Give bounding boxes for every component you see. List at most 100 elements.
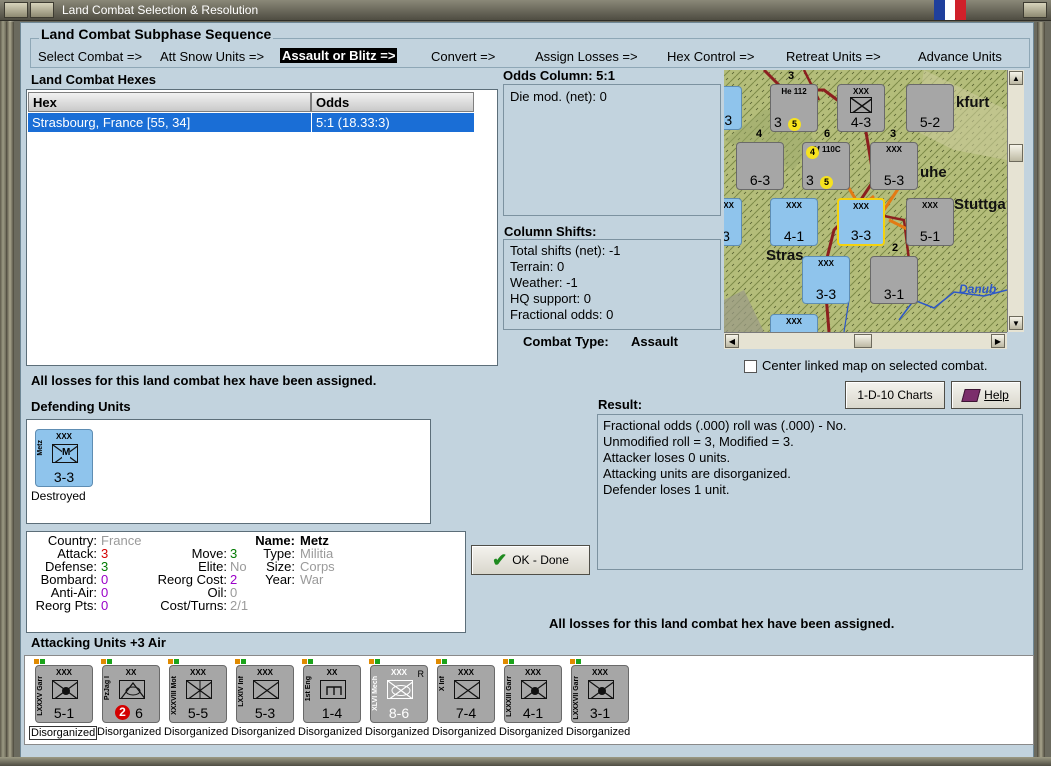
seq-select-combat: Select Combat => [38,49,143,64]
garrison-symbol-icon [52,680,78,699]
unit-status: Disorganized [298,726,363,738]
odds-cell[interactable]: 5:1 (18.33:3) [311,113,474,132]
window-title: Land Combat Selection & Resolution [62,3,259,17]
charts-button[interactable]: 1-D-10 Charts [845,381,945,409]
die-mod: Die mod. (net): 0 [510,89,607,104]
attacking-label: Attacking Units +3 Air [31,635,166,650]
mech-symbol-icon [387,680,413,699]
engineer-symbol-icon [320,680,346,699]
ok-done-button[interactable]: ✔ OK - Done [471,545,590,575]
map-label-frankfurt: kfurt [956,94,990,111]
left-rail [6,22,14,757]
seq-assault-or-blitz: Assault or Blitz => [280,48,398,63]
map-air-badge: 4 [806,146,819,159]
hscroll-thumb[interactable] [854,334,872,348]
scroll-right-arrow-icon[interactable]: ▶ [991,334,1005,348]
unit-counter[interactable]: XXX LXXXVII Garr 3-1 [570,659,629,723]
losses-message-bottom: All losses for this land combat hex have… [549,616,895,631]
hexes-table[interactable]: Hex Odds Strasbourg, France [55, 34] 5:1… [26,89,498,366]
map-label-danube: Danub [959,282,997,296]
unit-status: Disorganized [29,726,98,740]
combat-type-value: Assault [631,334,678,349]
shift-total: Total shifts (net): -1 [510,243,621,258]
result-line: Attacker loses 0 units. [603,450,731,465]
checkmark-icon: ✔ [492,549,508,570]
result-line: Fractional odds (.000) roll was (.000) -… [603,418,847,433]
system-menu-button[interactable] [4,2,28,18]
france-flag-icon [934,0,967,20]
unit-status: Disorganized [164,726,229,738]
map-label-stuttgart: Stuttga [954,196,1006,213]
shift-hq: HQ support: 0 [510,291,591,306]
hexes-label: Land Combat Hexes [31,72,156,87]
title-bar[interactable]: Land Combat Selection & Resolution [0,0,1051,21]
map-counter[interactable]: XXX 5-3 [870,142,918,190]
reorgpts-value: 0 [101,598,109,613]
shift-terrain: Terrain: 0 [510,259,565,274]
scroll-up-arrow-icon[interactable]: ▲ [1009,71,1023,85]
unit-symbol-icon: M [52,444,78,463]
col-hex[interactable]: Hex [28,92,311,112]
map-counter[interactable]: XXX 4-1 [770,198,818,246]
losses-message-top: All losses for this land combat hex have… [31,373,377,388]
seq-hex-control: Hex Control => [667,49,755,64]
seq-assign-losses: Assign Losses => [535,49,638,64]
map-air-badge: 5 [788,118,801,131]
map-counter[interactable]: XXX 3-3 [802,256,850,304]
map-counter[interactable]: 6-3 [736,142,784,190]
map-counter[interactable]: XXX 4-3 [837,84,885,132]
linked-map[interactable]: kfurt uhe Stuttga Stras Danub -3 He 1123… [724,70,1007,332]
map-counter[interactable]: 3-1 [870,256,918,304]
map-label-strasbourg: Stras [766,247,804,264]
unit-details-panel: Country: France Attack: 3 Defense: 3 Bom… [26,531,466,633]
help-button[interactable]: Help [951,381,1021,409]
hex-cell[interactable]: Strasbourg, France [55, 34] [28,113,311,132]
close-button[interactable] [1023,2,1047,18]
unit-status: Disorganized [499,726,564,738]
unit-counter[interactable]: XXX XXXVIII Mot 5-5 [168,659,227,723]
motorized-symbol-icon [186,680,212,699]
center-map-label: Center linked map on selected combat. [762,358,988,373]
costturns-label: Cost/Turns: [160,598,227,613]
unit-counter[interactable]: XXX R XLVI Mech 8-6 [369,659,428,723]
scroll-down-arrow-icon[interactable]: ▼ [1009,316,1023,330]
center-map-checkbox[interactable] [744,360,757,373]
seq-att-snow-units: Att Snow Units => [160,49,265,64]
scroll-left-arrow-icon[interactable]: ◀ [725,334,739,348]
unit-status: Disorganized [365,726,430,738]
map-hex-badge: 6 [824,128,831,140]
unit-status: Disorganized [231,726,296,738]
defending-label: Defending Units [31,399,131,414]
bottom-frame [0,757,1051,766]
combat-type-label: Combat Type: [523,334,609,349]
seq-advance-units: Advance Units [918,49,1002,64]
unit-counter[interactable]: XX 1st Eng 1-4 [302,659,361,723]
unit-counter[interactable]: XXX X Inf 7-4 [436,659,495,723]
shift-weather: Weather: -1 [510,275,578,290]
map-hscroll[interactable]: ◀ ▶ [724,332,1007,349]
result-line: Attacking units are disorganized. [603,466,791,481]
infantry-symbol-icon [454,680,480,699]
garrison-symbol-icon [521,680,547,699]
map-counter[interactable]: XXX 5-1 [906,198,954,246]
unit-counter[interactable]: XXX LXXXIII Garr 4-1 [503,659,562,723]
unit-counter[interactable]: XX PzJag I26 [101,659,160,723]
garrison-symbol-icon [588,680,614,699]
result-panel: Fractional odds (.000) roll was (.000) -… [597,414,1023,570]
map-counter[interactable]: XXX3 [724,198,742,246]
unit-counter[interactable]: XXX LXXIV Inf 5-3 [235,659,294,723]
map-hex-badge: 3 [890,128,897,140]
unit-counter[interactable]: XXX Metz M 3-3 [35,429,93,487]
year-value: War [300,572,324,587]
map-counter[interactable]: -3 [724,86,742,130]
unit-counter[interactable]: XXX LXXXV Garr 5-1 [34,659,93,723]
help-button-label: Help [984,388,1009,402]
map-vscroll[interactable]: ▲ ▼ [1007,70,1024,332]
vscroll-thumb[interactable] [1009,144,1023,162]
map-counter-selected[interactable]: XXX 3-3 [837,198,885,246]
col-odds[interactable]: Odds [311,92,474,112]
map-counter[interactable]: 5-2 [906,84,954,132]
minimize-button[interactable] [30,2,54,18]
map-counter[interactable]: XXX [770,314,818,332]
shifts-panel: Total shifts (net): -1 Terrain: 0 Weathe… [503,239,721,330]
